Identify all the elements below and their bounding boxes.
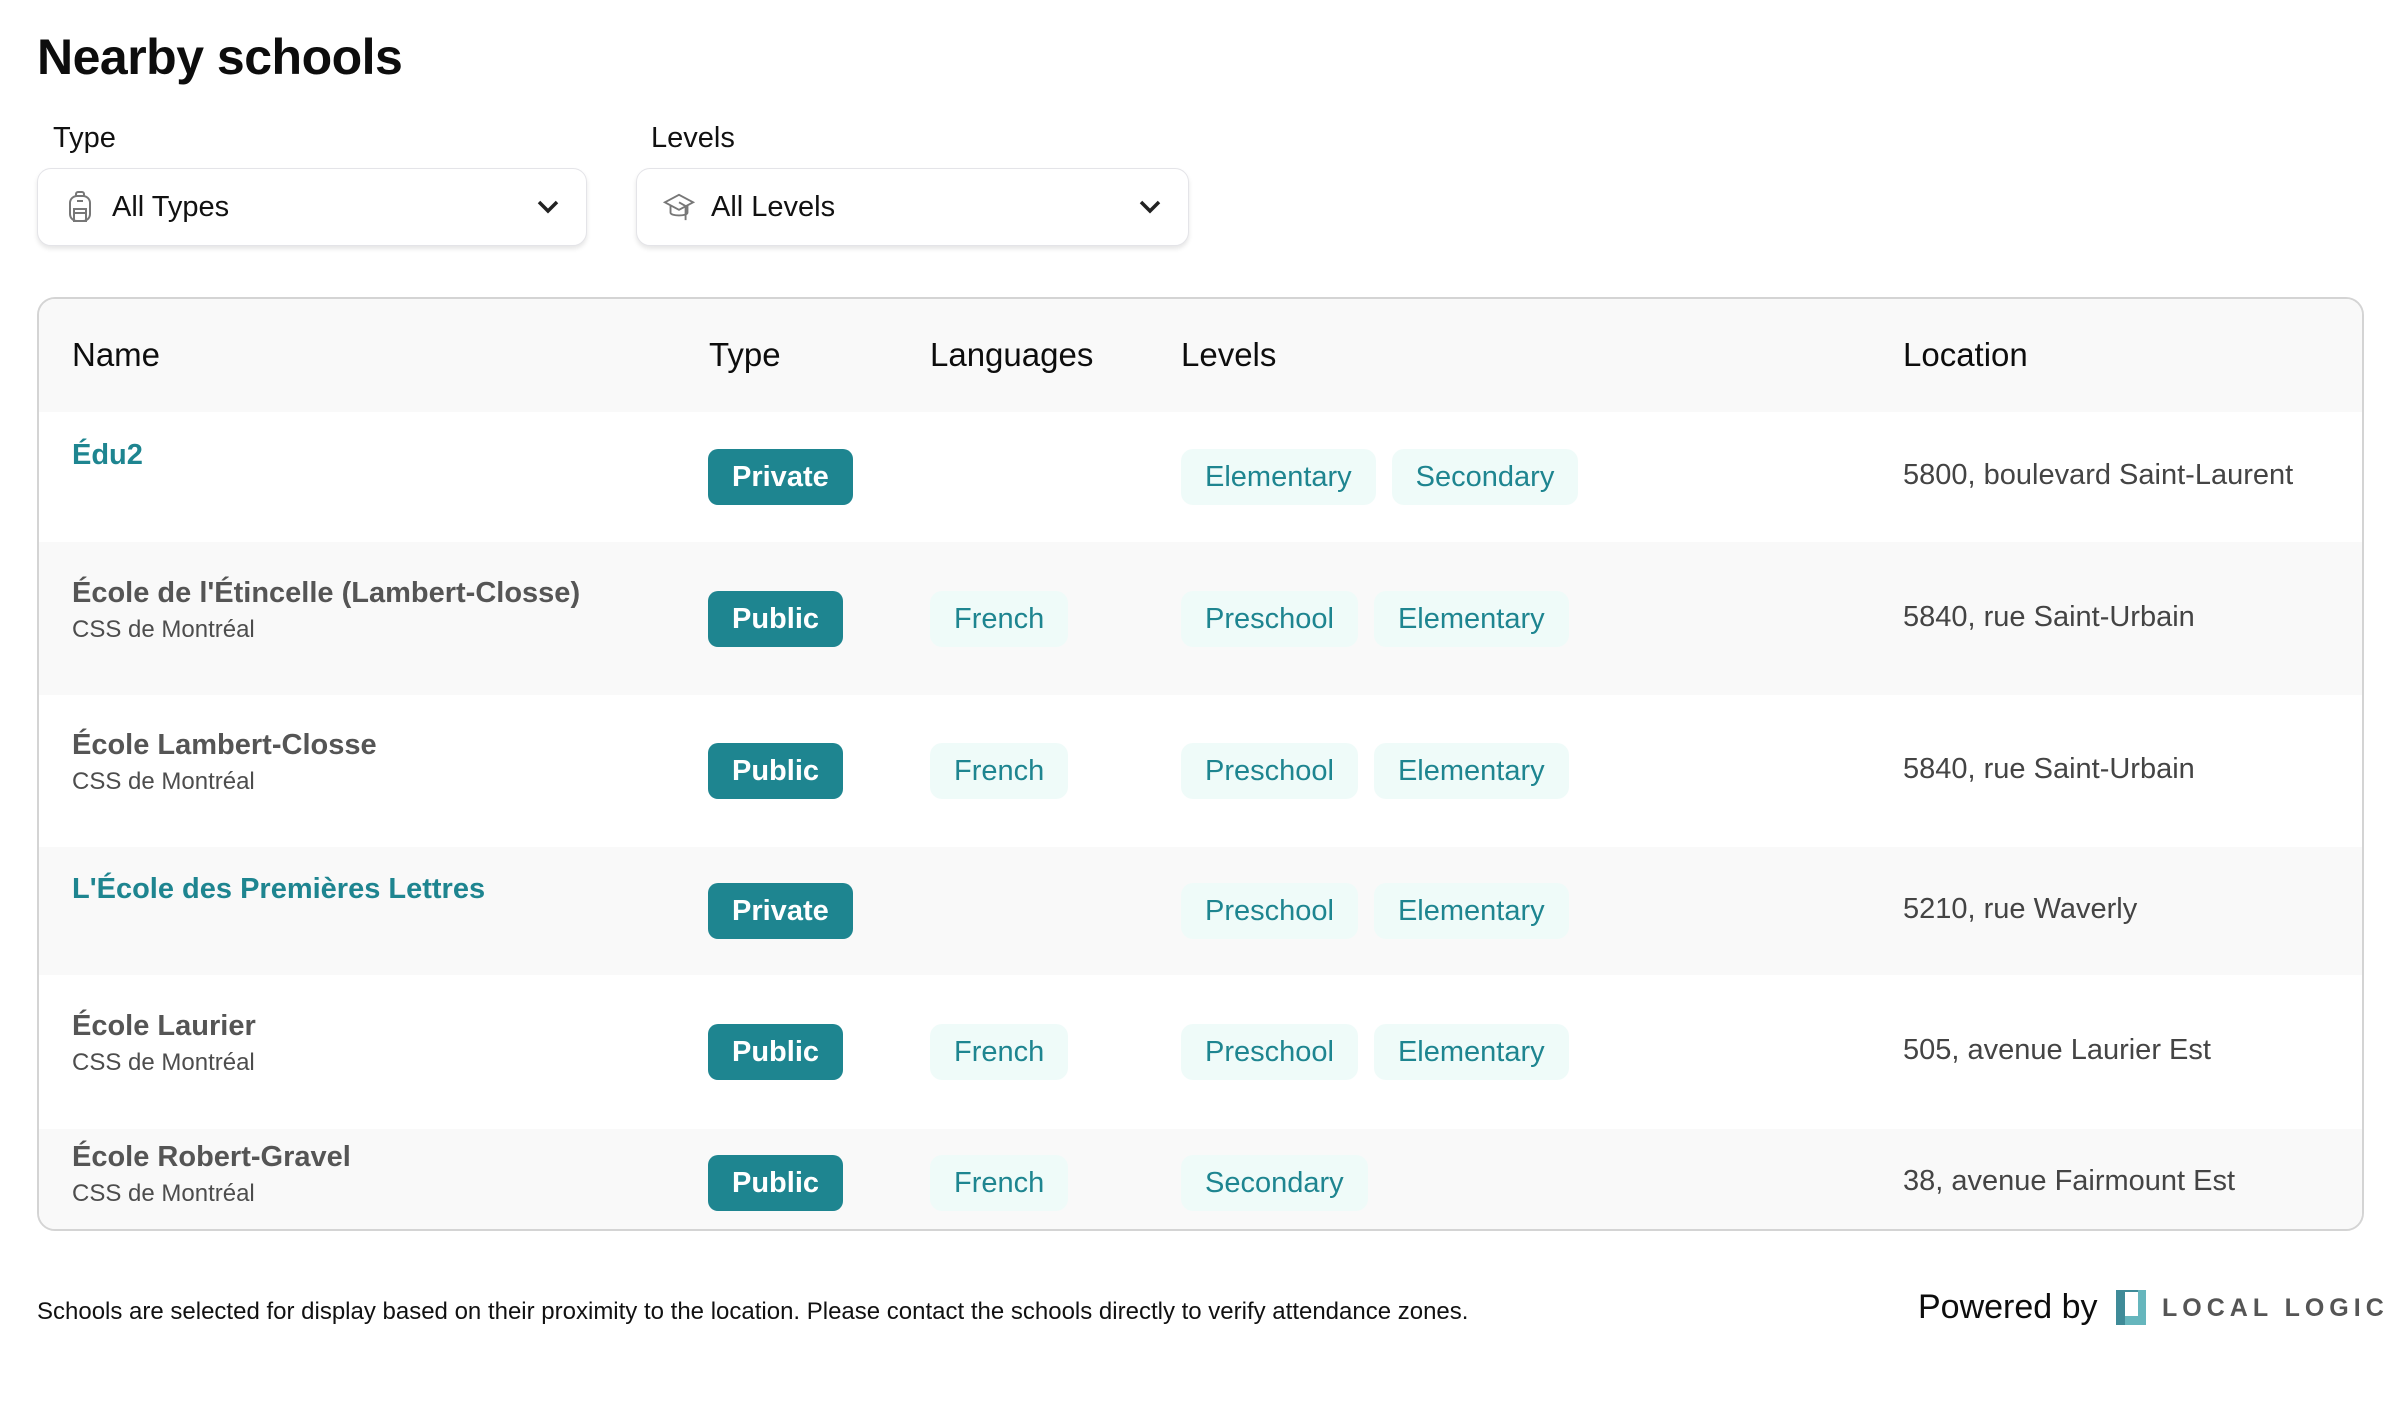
type-badge: Public [708, 1155, 844, 1211]
levels-cell: Preschool Elementary [1181, 883, 1585, 939]
table-row: École Laurier CSS de Montréal Public French… [39, 975, 2362, 1129]
chevron-down-icon [1136, 193, 1164, 221]
local-logic-mark-icon [2116, 1290, 2146, 1325]
languages-cell: French [930, 590, 1084, 647]
levels-cell: Preschool Elementary [1181, 743, 1585, 799]
header-levels: Levels [1181, 336, 1277, 373]
school-board: CSS de Montréal [72, 768, 255, 795]
type-badge: Public [708, 590, 844, 647]
levels-cell: Secondary [1181, 1155, 1384, 1211]
language-chip: French [930, 1024, 1069, 1080]
location-cell: 505, avenue Laurier Est [1903, 1034, 2211, 1066]
levels-cell: Preschool Elementary [1181, 590, 1585, 647]
level-chip: Elementary [1181, 449, 1376, 505]
table-header: Name Type Languages Levels Location [39, 299, 2362, 412]
school-name: École Lambert-Closse [72, 729, 377, 761]
school-name: École de l'Étincelle (Lambert-Closse) [72, 576, 581, 609]
level-chip: Elementary [1373, 590, 1569, 647]
school-name-link[interactable]: Édu2 [72, 439, 143, 472]
name-cell: Édu2 [72, 439, 143, 472]
level-chip: Preschool [1181, 590, 1358, 647]
graduation-cap-icon [663, 191, 695, 223]
table-row: L'École des Premières Lettres Private Pres… [39, 847, 2362, 975]
level-chip: Elementary [1373, 743, 1569, 799]
local-logic-wordmark: LOCAL LOGIC [2162, 1293, 2389, 1322]
school-board: CSS de Montréal [72, 1049, 255, 1076]
table-row: Édu2 Private Elementary Secondary 5800, boul… [39, 412, 2362, 542]
school-name-link[interactable]: L'École des Premières Lettres [72, 873, 485, 906]
table-row: École Robert-Gravel CSS de Montréal Public… [39, 1129, 2362, 1229]
languages-cell: French [930, 743, 1084, 799]
level-chip: Preschool [1181, 1024, 1358, 1080]
name-cell: École Laurier CSS de Montréal [72, 1010, 256, 1077]
chevron-down-icon [534, 193, 562, 221]
levels-cell: Elementary Secondary [1181, 449, 1594, 505]
languages-cell: French [930, 1155, 1084, 1211]
name-cell: École Lambert-Closse CSS de Montréal [72, 729, 377, 796]
type-badge: Private [708, 449, 853, 505]
level-chip: Preschool [1181, 883, 1358, 939]
type-badge: Public [708, 743, 844, 799]
name-cell: École de l'Étincelle (Lambert-Closse) CSS… [72, 577, 580, 644]
location-cell: 5840, rue Saint-Urbain [1903, 753, 2195, 785]
type-dropdown-value: All Types [112, 190, 230, 223]
backpack-icon [64, 191, 96, 223]
header-name: Name [72, 336, 161, 373]
school-name: École Robert-Gravel [72, 1141, 351, 1173]
type-cell: Public [708, 1155, 844, 1211]
name-cell: L'École des Premières Lettres [72, 873, 485, 906]
languages-cell: French [930, 1024, 1084, 1080]
type-badge: Public [708, 1024, 844, 1080]
type-cell: Private [708, 883, 853, 939]
table-row: École de l'Étincelle (Lambert-Closse) CSS… [39, 542, 2362, 695]
type-cell: Public [708, 1024, 844, 1080]
level-chip: Elementary [1373, 883, 1569, 939]
type-cell: Private [708, 449, 853, 505]
language-chip: French [930, 1155, 1069, 1211]
location-cell: 5210, rue Waverly [1903, 893, 2138, 925]
location-cell: 5840, rue Saint-Urbain [1903, 600, 2195, 633]
school-board: CSS de Montréal [72, 615, 255, 643]
local-logic-logo[interactable]: LOCAL LOGIC [2116, 1290, 2389, 1326]
language-chip: French [930, 590, 1069, 647]
type-filter-label: Type [53, 122, 116, 154]
schools-table[interactable]: Name Type Languages Levels Location Édu2… [37, 297, 2364, 1231]
header-location: Location [1903, 336, 2028, 373]
levels-dropdown[interactable]: All Levels [636, 168, 1189, 246]
header-type: Type [709, 336, 781, 373]
level-chip: Preschool [1181, 743, 1358, 799]
school-board: CSS de Montréal [72, 1180, 255, 1207]
school-name: École Laurier [72, 1010, 256, 1042]
level-chip: Secondary [1181, 1155, 1368, 1211]
type-cell: Public [708, 590, 844, 647]
language-chip: French [930, 743, 1069, 799]
levels-filter-label: Levels [651, 122, 735, 154]
level-chip: Secondary [1391, 449, 1579, 505]
table-row: École Lambert-Closse CSS de Montréal Publi… [39, 695, 2362, 847]
type-cell: Public [708, 743, 844, 799]
name-cell: École Robert-Gravel CSS de Montréal [72, 1141, 351, 1208]
powered-by-label: Powered by [1918, 1288, 2098, 1326]
page-title: Nearby schools [37, 29, 403, 85]
location-cell: 5800, boulevard Saint-Laurent [1903, 459, 2294, 491]
levels-dropdown-value: All Levels [711, 190, 836, 223]
levels-cell: Preschool Elementary [1181, 1024, 1585, 1080]
type-badge: Private [708, 883, 853, 939]
location-cell: 38, avenue Fairmount Est [1903, 1165, 2236, 1197]
level-chip: Elementary [1373, 1024, 1569, 1080]
disclaimer-note: Schools are selected for display based o… [37, 1298, 1469, 1325]
header-languages: Languages [930, 336, 1094, 373]
type-dropdown[interactable]: All Types [37, 168, 587, 246]
